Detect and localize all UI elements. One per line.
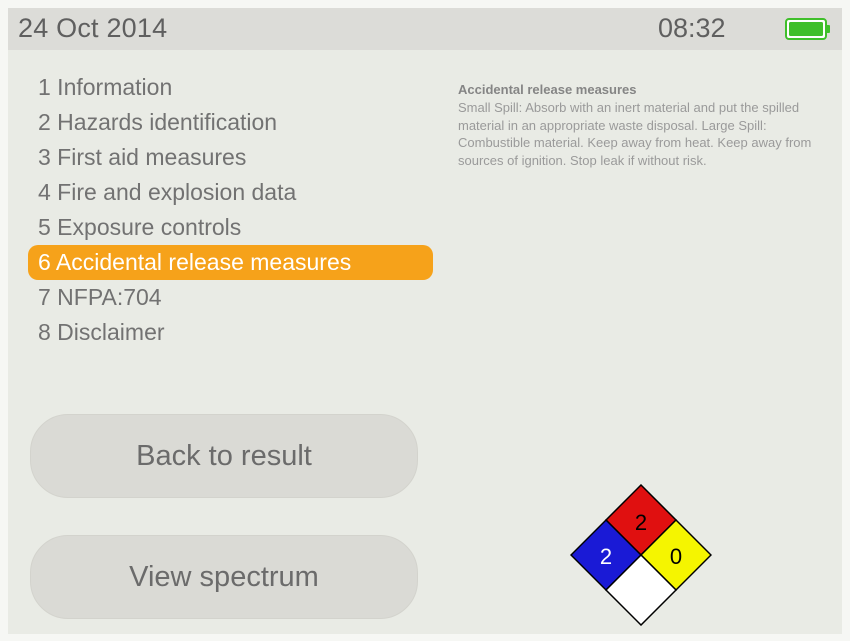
detail-title: Accidental release measures xyxy=(458,82,637,97)
status-date: 24 Oct 2014 xyxy=(18,13,168,43)
menu-item-first-aid-measures[interactable]: 3 First aid measures xyxy=(28,140,433,175)
menu-item-information[interactable]: 1 Information xyxy=(28,70,433,105)
menu-item-exposure-controls[interactable]: 5 Exposure controls xyxy=(28,210,433,245)
nfpa-instability-value: 0 xyxy=(670,544,682,569)
nfpa-flammability-value: 2 xyxy=(635,510,647,535)
menu-item-fire-and-explosion-data[interactable]: 4 Fire and explosion data xyxy=(28,175,433,210)
battery-full-icon xyxy=(785,18,830,40)
app-screen: 24 Oct 2014 08:32 1 Information 2 Hazard… xyxy=(8,8,842,634)
status-bar: 24 Oct 2014 08:32 xyxy=(8,8,842,50)
status-time: 08:32 xyxy=(658,13,726,43)
menu-item-hazards-identification[interactable]: 2 Hazards identification xyxy=(28,105,433,140)
detail-panel: Accidental release measures Small Spill:… xyxy=(458,82,838,169)
menu-item-nfpa-704[interactable]: 7 NFPA:704 xyxy=(28,280,433,315)
nfpa-704-diamond: 2 2 0 xyxy=(570,484,712,626)
nfpa-health-value: 2 xyxy=(600,544,612,569)
view-spectrum-button[interactable]: View spectrum xyxy=(30,535,418,619)
detail-body: Small Spill: Absorb with an inert materi… xyxy=(458,100,812,168)
back-to-result-button[interactable]: Back to result xyxy=(30,414,418,498)
menu-item-accidental-release-measures[interactable]: 6 Accidental release measures xyxy=(28,245,433,280)
section-menu: 1 Information 2 Hazards identification 3… xyxy=(28,70,433,350)
menu-item-disclaimer[interactable]: 8 Disclaimer xyxy=(28,315,433,350)
